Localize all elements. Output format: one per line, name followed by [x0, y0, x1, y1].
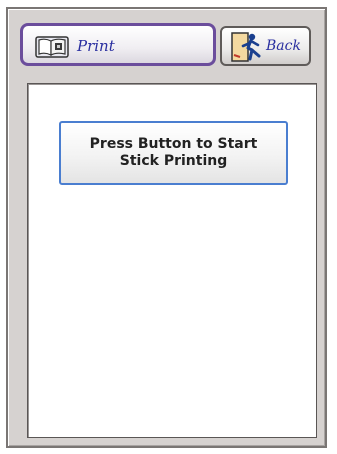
tab-print-label: Print	[77, 37, 115, 55]
start-stick-printing-button-label: Press Button to Start Stick Printing	[89, 136, 258, 169]
print-book-icon	[35, 36, 69, 58]
tab-back-label: Back	[266, 38, 301, 54]
tab-print[interactable]: Print	[20, 23, 216, 66]
tab-back[interactable]: Back	[220, 26, 311, 66]
content-panel: Press Button to Start Stick Printing	[27, 83, 317, 438]
exit-door-icon	[231, 32, 261, 62]
start-stick-printing-button[interactable]: Press Button to Start Stick Printing	[59, 121, 288, 185]
